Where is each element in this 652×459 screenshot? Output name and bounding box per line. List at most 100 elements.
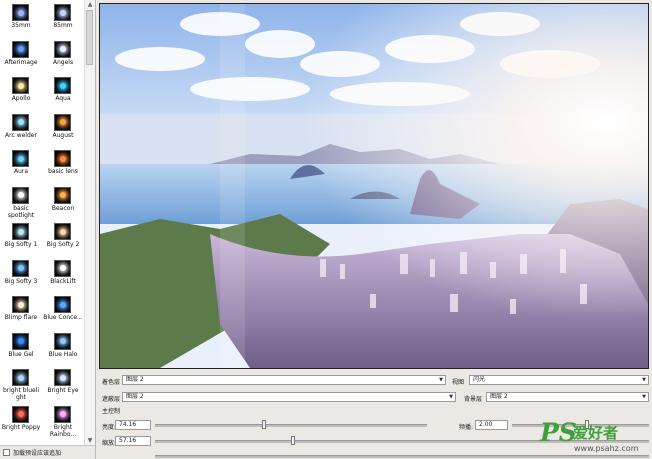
preset-label: Aqua <box>55 95 71 102</box>
scroll-down-icon[interactable]: ▼ <box>85 436 95 445</box>
view-label: 视图 <box>452 379 465 386</box>
mask-layer-select[interactable]: 图层 2 ▼ <box>122 392 456 402</box>
preset-label: Bright Eye <box>47 387 79 394</box>
preset-label: Aura <box>13 168 29 175</box>
preset-item[interactable]: Big Softy 3 <box>0 258 42 294</box>
preset-thumbnail <box>54 332 71 350</box>
mask-layer-value: 图层 2 <box>126 393 144 400</box>
preset-thumbnail <box>54 4 71 21</box>
preset-thumbnail <box>54 77 71 94</box>
brightness-slider[interactable] <box>155 424 427 427</box>
flare-icon <box>59 9 66 16</box>
preset-item[interactable]: Big Softy 2 <box>42 221 84 257</box>
preset-item[interactable]: Angels <box>42 39 84 75</box>
preset-item[interactable]: Apollo <box>0 75 42 111</box>
flare-icon <box>59 265 66 271</box>
preset-item[interactable]: Blue Halo <box>42 331 84 367</box>
preset-label: August <box>52 131 74 139</box>
flare-icon <box>17 411 24 417</box>
preset-item[interactable]: Bright Rainbo... <box>42 404 84 440</box>
flare-icon <box>59 338 66 344</box>
flare-icon <box>17 338 24 344</box>
flare-icon <box>17 9 24 16</box>
preview-canvas[interactable] <box>99 3 649 369</box>
preset-item[interactable]: Big Softy 1 <box>0 221 42 257</box>
preset-thumbnail <box>54 259 71 277</box>
preset-label: 85mm <box>53 22 73 29</box>
preset-item[interactable]: Afterimage <box>0 39 42 75</box>
color-layer-label: 着色层 <box>102 379 121 386</box>
preset-item[interactable]: Aura <box>0 148 42 184</box>
flare-icon <box>17 301 24 308</box>
flare-icon <box>17 374 24 381</box>
preset-label: Blue Conce... <box>43 314 83 321</box>
preset-thumbnail <box>54 405 71 423</box>
flare-icon <box>59 192 66 198</box>
preset-item[interactable]: 85mm <box>42 2 84 38</box>
flicker-label: 频播: <box>459 424 474 431</box>
preset-label: Bright Poppy <box>1 423 41 431</box>
watermark-logo: PS <box>540 418 577 447</box>
preset-label: Blimp flare <box>4 314 38 321</box>
append-preset-checkbox[interactable] <box>3 449 10 456</box>
flare-icon <box>17 82 24 89</box>
preset-thumbnail <box>12 332 29 350</box>
preset-item[interactable]: basic lens <box>42 148 84 184</box>
preset-item[interactable]: BlackLift <box>42 258 84 294</box>
watermark-text: 爱好者 <box>573 424 619 442</box>
mask-layer-label: 遮蔽层 <box>102 396 121 403</box>
preset-thumbnail <box>12 405 29 423</box>
watermark-url: www.psahz.com <box>574 444 639 453</box>
view-value: 闪光 <box>473 376 486 383</box>
section-title: 主控制 <box>102 408 121 415</box>
preset-item[interactable]: Bright Poppy <box>0 404 42 440</box>
preview-image <box>100 4 648 368</box>
preset-item[interactable]: 35mm <box>0 2 42 38</box>
color-layer-select[interactable]: 图层 2 ▼ <box>122 375 446 385</box>
brightness-slider-handle[interactable] <box>261 420 266 429</box>
preset-label: Big Softy 2 <box>46 241 80 248</box>
preset-item[interactable]: Aqua <box>42 75 84 111</box>
view-select[interactable]: 闪光 ▼ <box>469 375 649 385</box>
scale-slider-handle[interactable] <box>291 436 296 445</box>
preset-label: basic spotlight <box>7 204 35 219</box>
flare-icon <box>17 228 24 235</box>
flare-icon <box>17 265 24 271</box>
preset-item[interactable]: Bright Eye <box>42 367 84 403</box>
scrollbar-thumb[interactable] <box>86 10 93 65</box>
chevron-down-icon: ▼ <box>439 377 443 383</box>
flare-icon <box>17 155 24 162</box>
brightness-label: 亮度: <box>102 424 117 431</box>
sidebar-scrollbar[interactable]: ▲ ▼ <box>84 0 95 445</box>
preset-thumbnail <box>12 369 29 386</box>
preset-item[interactable]: Blue Gel <box>0 331 42 367</box>
preset-thumbnail <box>54 223 71 240</box>
append-preset-label: 加载预设应该追加 <box>13 450 62 457</box>
preset-label: 35mm <box>11 22 31 29</box>
preset-item[interactable]: bright blueli ght <box>0 367 42 403</box>
brightness-input[interactable]: 74.16 <box>115 420 151 430</box>
flare-icon <box>59 228 66 235</box>
preset-item[interactable]: Blimp flare <box>0 294 42 330</box>
preset-label: Big Softy 3 <box>4 277 38 285</box>
preset-item[interactable]: Beacon <box>42 185 84 221</box>
preset-item[interactable]: August <box>42 112 84 148</box>
preset-thumbnail <box>54 369 71 386</box>
preset-label: Afterimage <box>4 58 38 66</box>
preset-item[interactable]: basic spotlight <box>0 185 42 221</box>
preset-thumbnail <box>12 40 29 58</box>
preset-label: Big Softy 1 <box>4 241 38 248</box>
preset-item[interactable]: Blue Conce... <box>42 294 84 330</box>
color-layer-value: 图层 2 <box>126 376 144 383</box>
flare-icon <box>59 82 66 89</box>
scroll-up-icon[interactable]: ▲ <box>85 0 95 9</box>
flicker-input[interactable]: 2.00 <box>475 420 508 430</box>
flare-icon <box>17 192 24 198</box>
scale-input[interactable]: 57.16 <box>115 436 151 446</box>
preset-thumbnail <box>54 113 71 131</box>
preset-label: Bright Rainbo... <box>49 423 77 438</box>
preset-thumbnail <box>54 40 71 58</box>
preset-item[interactable]: Arc welder <box>0 112 42 148</box>
flare-icon <box>17 119 24 125</box>
bg-layer-select[interactable]: 图层 2 ▼ <box>486 392 649 402</box>
